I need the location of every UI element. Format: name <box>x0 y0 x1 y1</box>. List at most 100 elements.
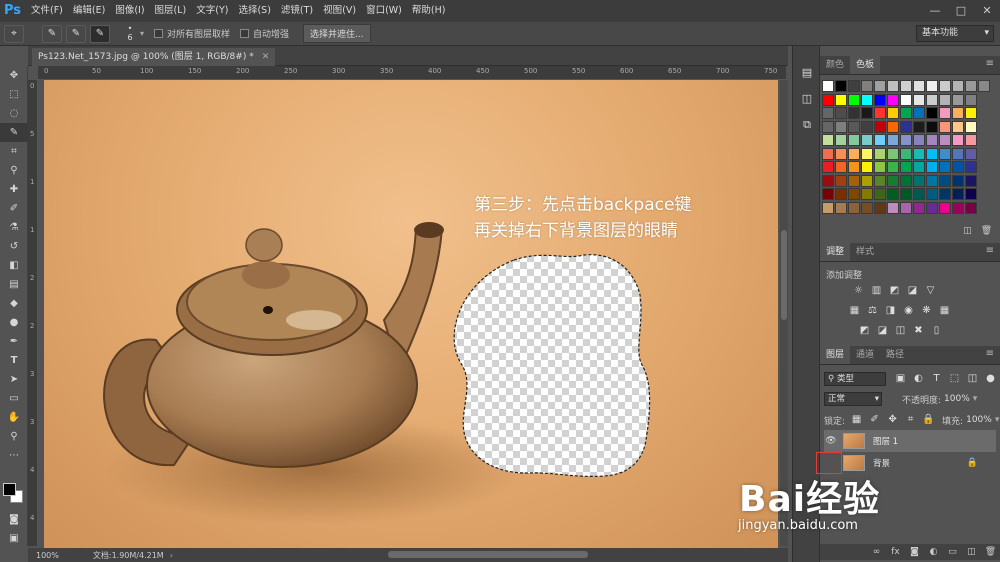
select-and-mask-button[interactable]: 选择并遮住... <box>303 24 371 43</box>
dodge-tool-icon[interactable]: ● <box>0 313 28 332</box>
chevron-down-icon[interactable]: ▾ <box>140 29 144 38</box>
menu-layer[interactable]: 图层(L) <box>150 0 192 22</box>
levels-icon[interactable]: ▥ <box>868 284 885 298</box>
minimize-button[interactable]: — <box>922 0 948 22</box>
swatch-chip[interactable] <box>848 93 860 106</box>
healing-brush-icon[interactable]: ✚ <box>0 180 28 199</box>
swatch-chip[interactable] <box>900 107 912 119</box>
subtract-selection-icon[interactable]: ✎ <box>90 24 110 43</box>
more-tools-icon[interactable]: ⋯ <box>0 446 28 465</box>
delete-layer-icon[interactable]: 🗑 <box>981 547 1000 557</box>
swatch-chip[interactable] <box>848 107 860 119</box>
screen-mode-icon[interactable]: ▣ <box>0 529 28 548</box>
swatch-chip[interactable] <box>965 93 977 106</box>
lock-all-icon[interactable]: 🔒 <box>920 413 937 427</box>
type-filter-icon[interactable]: T <box>928 372 945 386</box>
menu-view[interactable]: 视图(V) <box>318 0 361 22</box>
swatch-chip[interactable] <box>822 80 834 92</box>
layer-row-layer1[interactable]: 👁 图层 1 <box>824 430 996 452</box>
eraser-tool-icon[interactable]: ◧ <box>0 256 28 275</box>
swatch-chip[interactable] <box>939 80 951 92</box>
swatch-chip[interactable] <box>822 188 834 200</box>
add-mask-icon[interactable]: ◙ <box>905 547 924 557</box>
swatch-chip[interactable] <box>900 120 912 133</box>
swatch-chip[interactable] <box>900 174 912 187</box>
swatch-chip[interactable] <box>926 120 938 133</box>
new-group-icon[interactable]: ▭ <box>943 547 962 557</box>
new-layer-icon[interactable]: ◫ <box>962 547 981 557</box>
selective-color-icon[interactable]: ✖ <box>910 324 927 338</box>
pen-tool-icon[interactable]: ✒ <box>0 332 28 351</box>
gradient-map-icon[interactable]: ▯ <box>928 324 945 338</box>
swatch-chip[interactable] <box>939 201 951 214</box>
swatch-chip[interactable] <box>848 161 860 173</box>
swatch-chip[interactable] <box>874 147 886 160</box>
swatch-chip[interactable] <box>926 134 938 146</box>
swatch-chip[interactable] <box>965 107 977 119</box>
swatch-chip[interactable] <box>939 93 951 106</box>
tab-swatches[interactable]: 色板 <box>850 56 881 74</box>
swatch-chip[interactable] <box>913 134 925 146</box>
photo-filter-icon[interactable]: ◉ <box>900 304 917 318</box>
fill-value[interactable]: 100% <box>966 415 992 425</box>
swatch-chip[interactable] <box>926 107 938 119</box>
swatch-chip[interactable] <box>861 93 873 106</box>
menu-file[interactable]: 文件(F) <box>26 0 68 22</box>
swatch-chip[interactable] <box>913 80 925 92</box>
foreground-color[interactable] <box>3 483 16 496</box>
exposure-icon[interactable]: ◪ <box>904 284 921 298</box>
adjustment-filter-icon[interactable]: ◐ <box>910 372 927 386</box>
chevron-down-icon[interactable]: ▾ <box>995 415 1000 425</box>
swatch-chip[interactable] <box>887 174 899 187</box>
panel-menu-icon[interactable]: ≡ <box>986 348 994 359</box>
swatch-chip[interactable] <box>939 120 951 133</box>
tab-adjustments[interactable]: 调整 <box>820 243 851 261</box>
lock-position-icon[interactable]: ✥ <box>884 413 901 427</box>
swatch-chip[interactable] <box>939 107 951 119</box>
maximize-button[interactable]: □ <box>948 0 974 22</box>
smart-filter-icon[interactable]: ◫ <box>964 372 981 386</box>
link-layers-icon[interactable]: ∞ <box>867 547 886 557</box>
swatch-chip[interactable] <box>835 134 847 146</box>
lock-artboard-icon[interactable]: ⌗ <box>902 413 919 427</box>
workspace-select[interactable]: 基本功能 ▾ <box>916 25 994 42</box>
posterize-icon[interactable]: ◪ <box>874 324 891 338</box>
clone-stamp-icon[interactable]: ⚗ <box>0 218 28 237</box>
filter-toggle-icon[interactable]: ● <box>982 372 999 386</box>
marquee-tool-icon[interactable]: ⬚ <box>0 85 28 104</box>
swatch-chip[interactable] <box>900 188 912 200</box>
swatch-chip[interactable] <box>900 147 912 160</box>
auto-enhance-checkbox[interactable]: 自动增强 <box>240 27 289 40</box>
blur-tool-icon[interactable]: ◆ <box>0 294 28 313</box>
swatch-chip[interactable] <box>848 188 860 200</box>
swatch-chip[interactable] <box>887 120 899 133</box>
swatch-chip[interactable] <box>887 161 899 173</box>
swatch-chip[interactable] <box>887 134 899 146</box>
properties-panel-icon[interactable]: ◫ <box>793 86 821 112</box>
swatch-chip[interactable] <box>939 161 951 173</box>
swatch-chip[interactable] <box>861 174 873 187</box>
swatch-chip[interactable] <box>952 107 964 119</box>
hand-tool-icon[interactable]: ✋ <box>0 408 28 427</box>
chevron-down-icon[interactable]: ▾ <box>973 394 978 404</box>
swatch-chip[interactable] <box>900 134 912 146</box>
panel-menu-icon[interactable]: ≡ <box>986 245 994 256</box>
crop-tool-icon[interactable]: ⌗ <box>0 142 28 161</box>
menu-help[interactable]: 帮助(H) <box>407 0 451 22</box>
swatch-chip[interactable] <box>913 188 925 200</box>
swatch-chip[interactable] <box>835 201 847 214</box>
swatch-chip[interactable] <box>965 174 977 187</box>
swatch-chip[interactable] <box>822 107 834 119</box>
swatch-chip[interactable] <box>835 188 847 200</box>
swatch-chip[interactable] <box>913 201 925 214</box>
swatch-chip[interactable] <box>900 161 912 173</box>
swatch-chip[interactable] <box>835 147 847 160</box>
swatch-chip[interactable] <box>952 188 964 200</box>
swatch-chip[interactable] <box>965 201 977 214</box>
swatch-chip[interactable] <box>952 174 964 187</box>
tab-layers[interactable]: 图层 <box>820 346 851 364</box>
swatch-chip[interactable] <box>848 80 860 92</box>
lasso-tool-icon[interactable]: ◌ <box>0 104 28 123</box>
lock-image-icon[interactable]: ✐ <box>866 413 883 427</box>
swatch-chip[interactable] <box>926 161 938 173</box>
